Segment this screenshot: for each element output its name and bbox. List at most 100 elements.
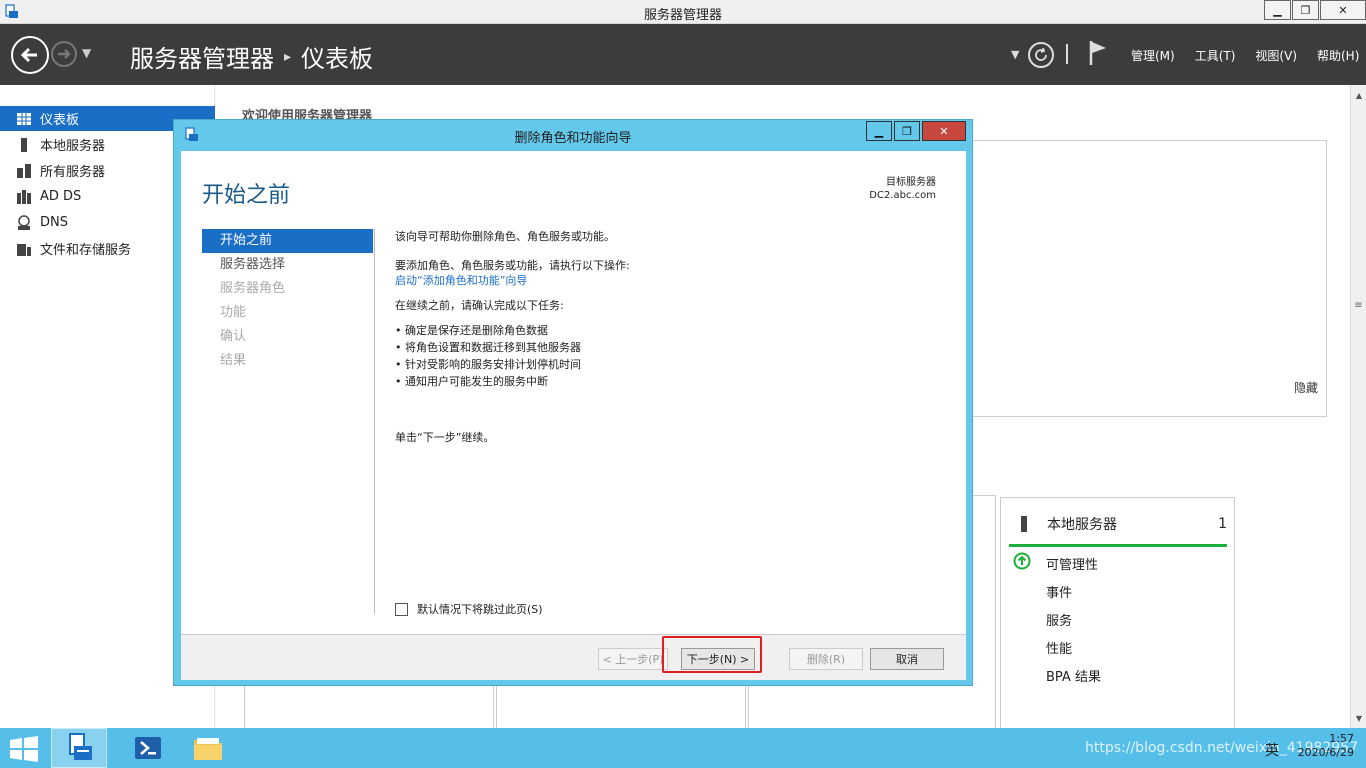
dialog-close-button[interactable]: ✕: [922, 121, 966, 141]
hide-link[interactable]: 隐藏: [1294, 379, 1318, 396]
refresh-button[interactable]: [1028, 42, 1054, 68]
menu-tools[interactable]: 工具(T): [1195, 47, 1236, 64]
task-list: 确定是保存还是删除角色数据 将角色设置和数据迁移到其他服务器 针对受影响的服务安…: [395, 322, 935, 390]
menu-manage[interactable]: 管理(M): [1131, 47, 1175, 64]
clock-time: 1:57: [1329, 732, 1354, 745]
step-results: 结果: [220, 353, 247, 368]
target-server-label: 目标服务器: [886, 177, 936, 188]
add-roles-wizard-link[interactable]: 启动“添加角色和功能”向导: [395, 273, 935, 288]
sidebar-item-label: 仪表板: [40, 113, 80, 128]
window-title: 服务器管理器: [643, 8, 722, 23]
skip-page-label: 默认情况下将跳过此页(S): [417, 603, 543, 616]
window-titlebar: 服务器管理器 ▁ ❐ ✕: [0, 0, 1366, 24]
skip-page-checkbox[interactable]: 默认情况下将跳过此页(S): [395, 601, 543, 617]
taskbar-file-explorer[interactable]: [180, 728, 236, 768]
main-scrollbar[interactable]: ▲ ≡ ▼: [1350, 85, 1366, 728]
scroll-down-arrow[interactable]: ▼: [1351, 710, 1366, 726]
dialog-title: 删除角色和功能向导: [514, 131, 632, 146]
list-item: 针对受影响的服务安排计划停机时间: [395, 356, 935, 373]
clock[interactable]: 1:57 2020/6/29: [1298, 732, 1354, 760]
remove-button[interactable]: 删除(R): [789, 648, 863, 670]
continue-text: 单击“下一步”继续。: [395, 431, 495, 444]
dialog-body: 开始之前 目标服务器 DC2.abc.com 开始之前 服务器选择 服务器角色 …: [181, 151, 966, 634]
card-row-performance[interactable]: 性能: [1046, 638, 1072, 657]
add-text: 要添加角色、角色服务或功能，请执行以下操作:: [395, 259, 630, 272]
taskbar-server-manager[interactable]: [51, 728, 107, 768]
maximize-button[interactable]: ❐: [1292, 0, 1319, 20]
target-server-name: DC2.abc.com: [869, 190, 936, 201]
ime-indicator[interactable]: 英: [1265, 740, 1279, 760]
dashboard-icon: [17, 112, 31, 125]
sidebar-item-label: AD DS: [40, 189, 82, 204]
scroll-thumb[interactable]: ≡: [1353, 300, 1364, 312]
step-confirmation: 确认: [220, 329, 247, 344]
list-item: 确定是保存还是删除角色数据: [395, 322, 935, 339]
dns-icon: [18, 214, 30, 230]
header-dropdown[interactable]: ▼: [1011, 48, 1019, 61]
target-server: 目标服务器 DC2.abc.com: [869, 176, 936, 202]
nav-history-dropdown[interactable]: ▼: [82, 46, 91, 60]
sidebar-item-label: DNS: [40, 215, 68, 230]
list-item: 通知用户可能发生的服务中断: [395, 373, 935, 390]
sidebar-item-label: 本地服务器: [40, 139, 106, 154]
card-row-services[interactable]: 服务: [1046, 610, 1072, 629]
local-server-card[interactable]: 本地服务器 1 可管理性 事件 服务 性能 BPA 结果: [1000, 497, 1235, 737]
card-title: 本地服务器: [1047, 517, 1117, 533]
card-row-events[interactable]: 事件: [1046, 582, 1072, 601]
remove-roles-wizard-dialog: 删除角色和功能向导 ▁ ❐ ✕ 开始之前 目标服务器 DC2.abc.com 开…: [173, 119, 973, 686]
menu-help[interactable]: 帮助(H): [1317, 47, 1359, 64]
intro-text: 该向导可帮助你删除角色、角色服务或功能。: [395, 230, 615, 243]
windows-start-icon[interactable]: [9, 736, 39, 762]
folder-icon: [194, 738, 222, 760]
ok-arrow-icon: [1013, 552, 1031, 570]
clock-date: 2020/6/29: [1297, 746, 1354, 759]
server-icon: [21, 137, 27, 152]
header-separator: [1066, 44, 1068, 64]
breadcrumb-page: 仪表板: [301, 45, 374, 73]
server-icon: [1021, 516, 1027, 532]
steps-divider: [374, 229, 375, 614]
next-button-highlight: [662, 636, 762, 673]
refresh-icon: [1035, 47, 1047, 61]
card-count: 1: [1218, 516, 1227, 532]
notification-flag-icon[interactable]: [1088, 40, 1108, 66]
close-button[interactable]: ✕: [1320, 0, 1366, 20]
taskbar-powershell[interactable]: [120, 728, 176, 768]
sidebar-item-label: 所有服务器: [40, 165, 106, 180]
local-server-card-header: 本地服务器 1: [1017, 514, 1227, 534]
step-server-selection[interactable]: 服务器选择: [202, 253, 373, 277]
cancel-button[interactable]: 取消: [870, 648, 944, 670]
menu-view[interactable]: 视图(V): [1255, 47, 1297, 64]
previous-button[interactable]: < 上一步(P): [598, 648, 668, 670]
minimize-button[interactable]: ▁: [1264, 0, 1291, 20]
list-item: 将角色设置和数据迁移到其他服务器: [395, 339, 935, 356]
app-header: ▼ 服务器管理器 ▸ 仪表板 ▼ 管理(M) 工具(T) 视图(V) 帮助(H): [0, 24, 1366, 85]
quick-start-panel: 隐藏: [968, 140, 1327, 417]
before-text: 在继续之前，请确认完成以下任务:: [395, 299, 564, 312]
server-manager-app-icon: [69, 733, 92, 760]
checkbox-box[interactable]: [395, 602, 408, 616]
powershell-icon: [135, 737, 161, 759]
breadcrumb-separator: ▸: [284, 48, 292, 65]
dialog-footer: < 上一步(P) 下一步(N) > 删除(R) 取消: [181, 634, 966, 680]
arrow-left-icon: [20, 47, 37, 63]
step-before-you-begin[interactable]: 开始之前: [202, 229, 373, 253]
adds-icon: [17, 189, 31, 204]
card-row-bpa[interactable]: BPA 结果: [1046, 666, 1101, 685]
breadcrumb-app[interactable]: 服务器管理器: [130, 39, 274, 74]
arrow-right-icon: [58, 49, 71, 59]
card-row-manageability[interactable]: 可管理性: [1046, 554, 1098, 573]
wizard-content: 该向导可帮助你删除角色、角色服务或功能。 要添加角色、角色服务或功能，请执行以下…: [395, 229, 935, 451]
wizard-steps: 开始之前 服务器选择 服务器角色 功能 确认 结果: [202, 229, 373, 373]
breadcrumb: 服务器管理器 ▸ 仪表板: [130, 39, 373, 74]
back-button[interactable]: [11, 36, 49, 74]
scroll-up-arrow[interactable]: ▲: [1351, 87, 1366, 103]
dialog-minimize-button[interactable]: ▁: [866, 121, 892, 141]
forward-button[interactable]: [51, 41, 77, 67]
servers-icon: [17, 163, 31, 178]
status-bar: [1009, 544, 1227, 547]
wizard-heading: 开始之前: [202, 183, 291, 208]
step-server-roles: 服务器角色: [220, 281, 286, 296]
dialog-maximize-button[interactable]: ❐: [894, 121, 920, 141]
sidebar-item-label: 文件和存储服务: [40, 243, 132, 258]
